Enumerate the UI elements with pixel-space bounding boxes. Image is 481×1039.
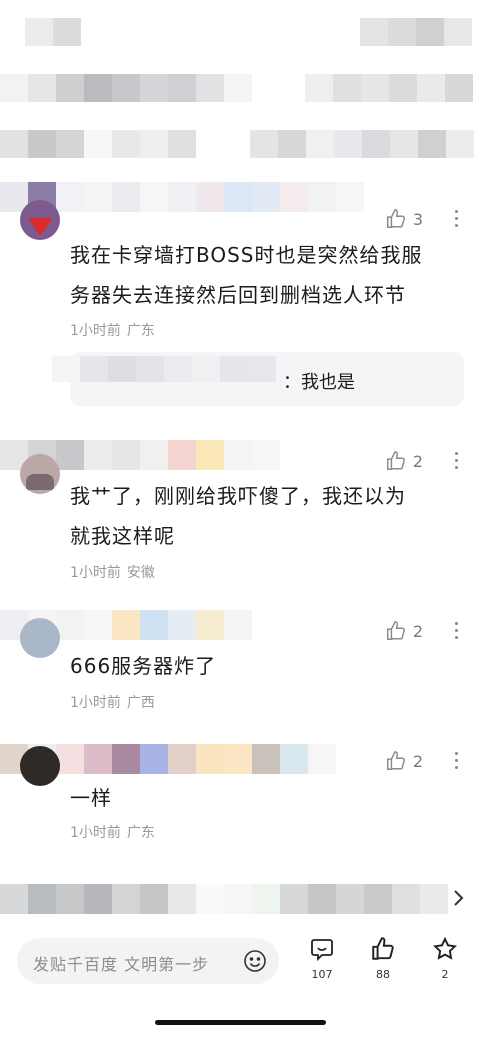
comment-location: 广东 <box>126 323 155 339</box>
more-vertical-icon[interactable] <box>453 752 459 769</box>
like-count: 3 <box>412 209 423 229</box>
blurred-header-row-1 <box>25 18 81 46</box>
comment-input[interactable]: 发贴千百度 文明第一步 <box>17 938 279 984</box>
favorite-count: 2 <box>441 968 449 981</box>
blurred-header-row-3b <box>250 130 474 158</box>
more-vertical-icon[interactable] <box>453 622 459 639</box>
home-indicator <box>155 1020 326 1025</box>
like-button[interactable]: 3 <box>385 208 423 230</box>
bottom-action-bar: 发贴千百度 文明第一步 107 88 2 <box>0 930 481 1000</box>
comment-item[interactable]: 2 一样 1小时前 广东 <box>0 736 481 856</box>
chevron-right-icon[interactable] <box>452 888 466 908</box>
blurred-reply-username <box>52 356 276 382</box>
thumbs-up-icon <box>386 209 405 228</box>
comment-time: 1小时前 <box>70 323 121 339</box>
comment-location: 广东 <box>126 825 155 841</box>
like-count: 2 <box>412 621 423 641</box>
avatar[interactable] <box>20 746 60 786</box>
comment-time: 1小时前 <box>70 825 121 841</box>
blurred-header-row-2b <box>305 74 473 102</box>
like-total-count: 88 <box>376 968 390 981</box>
comment-input-placeholder: 发贴千百度 文明第一步 <box>33 955 210 974</box>
comment-text: 666服务器炸了 <box>70 654 217 678</box>
comment-location: 安徽 <box>126 565 155 581</box>
smiley-icon[interactable] <box>243 949 267 973</box>
like-action[interactable]: 88 <box>361 936 405 981</box>
comment-icon <box>311 939 333 962</box>
thumbs-up-icon <box>386 621 405 640</box>
avatar[interactable] <box>20 618 60 658</box>
comment-action[interactable]: 107 <box>300 936 344 981</box>
comment-meta: 1小时前 广东 <box>70 320 155 340</box>
star-icon <box>433 936 457 960</box>
like-count: 2 <box>412 451 423 471</box>
thumbs-up-icon <box>372 937 394 960</box>
comment-item[interactable]: 2 666服务器炸了 1小时前 广西 <box>0 606 481 726</box>
avatar[interactable] <box>20 200 60 240</box>
thumbs-up-icon <box>386 751 405 770</box>
like-count: 2 <box>412 751 423 771</box>
comment-text: 一样 <box>70 786 112 810</box>
comment-meta: 1小时前 安徽 <box>70 562 155 582</box>
comment-location: 广西 <box>126 695 155 711</box>
comment-item[interactable]: 3 我在卡穿墙打BOSS时也是突然给我服 务器失去连接然后回到删档选人环节 1小… <box>0 180 481 420</box>
favorite-action[interactable]: 2 <box>423 936 467 981</box>
comment-item[interactable]: 2 我艹了，刚刚给我吓傻了，我还以为 就我这样呢 1小时前 安徽 <box>0 436 481 596</box>
reply-preview[interactable]: ：我也是 <box>52 352 464 406</box>
blurred-promo-row[interactable] <box>0 884 448 914</box>
like-button[interactable]: 2 <box>385 450 423 472</box>
blurred-header-row-3 <box>0 130 196 158</box>
more-vertical-icon[interactable] <box>453 210 459 227</box>
avatar[interactable] <box>20 454 60 494</box>
comment-count: 107 <box>311 968 333 981</box>
comment-meta: 1小时前 广西 <box>70 692 155 712</box>
blurred-header-row-1b <box>360 18 472 46</box>
comment-text: 我在卡穿墙打BOSS时也是突然给我服 务器失去连接然后回到删档选人环节 <box>70 243 423 307</box>
comment-meta: 1小时前 广东 <box>70 822 155 842</box>
like-button[interactable]: 2 <box>385 750 423 772</box>
blurred-header-row-2 <box>0 74 252 102</box>
reply-text: ：我也是 <box>283 372 355 393</box>
comment-time: 1小时前 <box>70 695 121 711</box>
comment-text: 我艹了，刚刚给我吓傻了，我还以为 就我这样呢 <box>70 484 406 548</box>
comment-time: 1小时前 <box>70 565 121 581</box>
like-button[interactable]: 2 <box>385 620 423 642</box>
more-vertical-icon[interactable] <box>453 452 459 469</box>
thumbs-up-icon <box>386 451 405 470</box>
